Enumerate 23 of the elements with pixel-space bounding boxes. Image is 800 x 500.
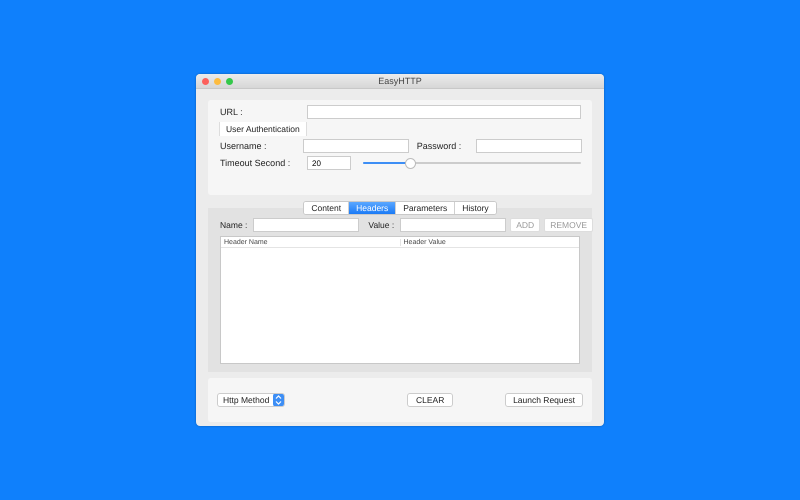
close-icon[interactable] — [202, 78, 209, 84]
method-select[interactable]: Http Method — [217, 393, 286, 407]
value-field[interactable] — [400, 218, 506, 232]
username-label: Username : — [220, 141, 268, 151]
timeout-slider[interactable] — [363, 158, 581, 168]
password-field[interactable] — [476, 139, 582, 153]
clear-button[interactable]: CLEAR — [407, 393, 454, 407]
auth-section-label: User Authentication — [219, 122, 307, 136]
timeout-label: Timeout Second : — [220, 158, 292, 168]
stepper-icon — [273, 394, 284, 406]
timeout-field[interactable]: 20 — [307, 156, 351, 170]
zoom-icon[interactable] — [226, 78, 233, 84]
window-title: EasyHTTP — [378, 76, 422, 86]
minimize-icon[interactable] — [214, 78, 221, 84]
value-label: Value : — [368, 220, 394, 230]
url-field[interactable] — [307, 105, 581, 119]
url-label: URL : — [220, 107, 244, 117]
username-field[interactable] — [302, 139, 409, 153]
password-label: Password : — [416, 141, 462, 151]
name-field[interactable] — [253, 218, 360, 232]
name-label: Name : — [220, 220, 248, 230]
tab[interactable]: History — [454, 202, 496, 214]
launch-request-button[interactable]: Launch Request — [505, 393, 583, 407]
